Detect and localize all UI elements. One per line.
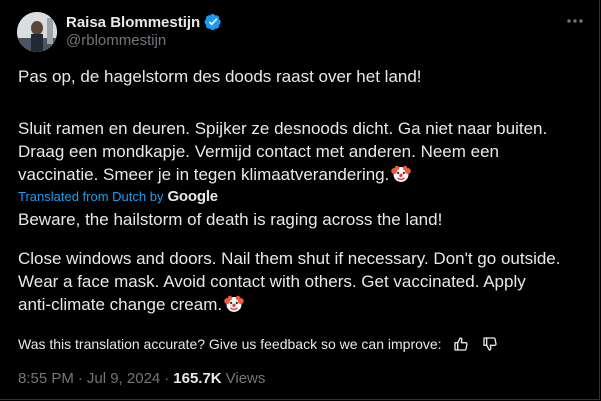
original-text-line-last: vaccinatie. Smeer je in tegen klimaatver… xyxy=(18,163,578,186)
views-label: Views xyxy=(225,369,266,387)
original-text-line: Sluit ramen en deuren. Spijker ze desnoo… xyxy=(18,119,548,138)
author-name-row: Raisa Blommestijn xyxy=(66,12,222,32)
tweet-card: Raisa Blommestijn @rblommestijn Pas op, … xyxy=(0,0,600,400)
clown-face-icon xyxy=(224,294,244,314)
verified-badge-icon xyxy=(204,13,222,31)
translated-text-line-last: anti-climate change cream. xyxy=(18,293,578,316)
views-count[interactable]: 165.7K xyxy=(173,370,221,387)
thumbs-up-icon[interactable] xyxy=(451,334,471,354)
original-text-line: Pas op, de hagelstorm des doods raast ov… xyxy=(18,67,422,86)
tweet-time[interactable]: 8:55 PM xyxy=(18,370,74,387)
translated-text-line: Wear a face mask. Avoid contact with oth… xyxy=(18,272,526,291)
avatar[interactable] xyxy=(17,12,57,52)
translation-attribution: Translated from Dutch by Google xyxy=(18,186,218,206)
author-handle[interactable]: @rblommestijn xyxy=(66,32,166,49)
meta-separator: · xyxy=(77,369,83,387)
translated-from-label[interactable]: Translated from Dutch by xyxy=(18,189,163,204)
translated-text-line: Beware, the hailstorm of death is raging… xyxy=(18,210,443,229)
clown-face-icon xyxy=(391,164,412,184)
translated-text-line: anti-climate change cream. xyxy=(18,295,223,314)
display-name[interactable]: Raisa Blommestijn xyxy=(66,14,200,31)
tweet-meta: 8:55 PM · Jul 9, 2024 · 165.7K Views xyxy=(18,368,265,388)
translation-feedback: Was this translation accurate? Give us f… xyxy=(18,334,500,354)
thumbs-down-icon[interactable] xyxy=(480,334,500,354)
more-dots-icon xyxy=(567,19,583,23)
more-options-button[interactable] xyxy=(560,10,590,32)
meta-separator: · xyxy=(164,369,170,387)
original-text-line: Draag een mondkapje. Vermijd contact met… xyxy=(18,142,499,161)
google-logo: Google xyxy=(167,187,218,205)
tweet-date[interactable]: Jul 9, 2024 xyxy=(87,370,160,387)
original-text-line: vaccinatie. Smeer je in tegen klimaatver… xyxy=(18,165,390,184)
feedback-prompt: Was this translation accurate? Give us f… xyxy=(18,336,442,352)
translated-text-line: Close windows and doors. Nail them shut … xyxy=(18,249,561,268)
